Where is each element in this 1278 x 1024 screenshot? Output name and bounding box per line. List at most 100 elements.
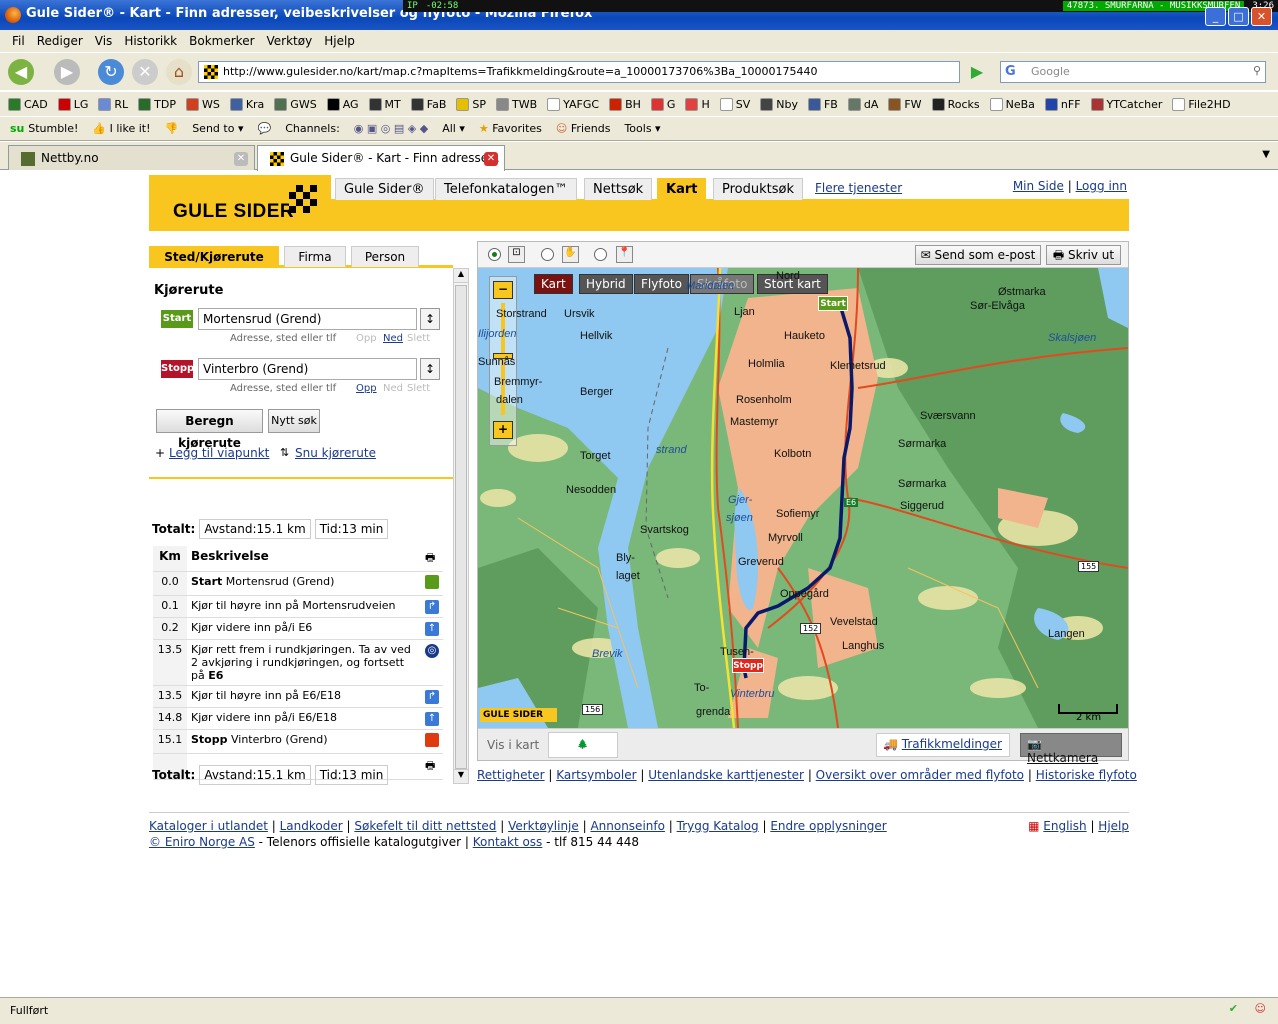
back-arrow-icon[interactable]: ◀ (8, 59, 34, 85)
like-button[interactable]: 👍 I like it! (92, 122, 150, 135)
logg-inn-link[interactable]: Logg inn (1076, 179, 1127, 193)
nav-tab-nettsok[interactable]: Nettsøk (584, 178, 653, 200)
pin-marker-icon[interactable]: 📍 (616, 246, 633, 263)
route-stop-pin[interactable]: Stopp (732, 658, 764, 673)
contact-link[interactable]: Kontakt oss (473, 835, 543, 849)
bookmark-h[interactable]: H (685, 97, 710, 111)
route-step-row[interactable]: 0.0 Start Mortensrud (Grend) (153, 571, 443, 596)
scroll-up-icon[interactable]: ▲ (454, 269, 468, 283)
start-input[interactable]: Mortensrud (Grend) (198, 308, 417, 330)
menu-edit[interactable]: Rediger (31, 34, 89, 48)
send-email-button[interactable]: ✉ Send som e-post (915, 245, 1041, 265)
route-step-row[interactable]: 0.1 Kjør til høyre inn på Mortensrudveien… (153, 595, 443, 618)
zoom-out-icon[interactable]: − (493, 281, 513, 299)
bookmark-fw[interactable]: FW (888, 97, 922, 111)
tab-firma[interactable]: Firma (284, 246, 346, 267)
map-type-hybrid[interactable]: Hybrid (579, 274, 633, 294)
bookmark-cad[interactable]: CAD (8, 97, 48, 111)
menu-tools[interactable]: Verktøy (261, 34, 319, 48)
menu-help[interactable]: Hjelp (318, 34, 361, 48)
bookmark-nby[interactable]: Nby (760, 97, 798, 111)
bookmark-ag[interactable]: AG (326, 97, 359, 111)
calculate-route-button[interactable]: Beregn kjørerute (156, 409, 263, 450)
route-map[interactable]: − + Kart Hybrid Flyfoto Skråfoto Stort k… (478, 268, 1128, 728)
left-panel-scrollbar[interactable]: ▲ ▼ (453, 268, 469, 784)
close-tab-icon[interactable]: ✕ (234, 152, 248, 166)
bookmark-bh[interactable]: BH (609, 97, 641, 111)
route-step-row[interactable]: 13.5 Kjør rett frem i rundkjøringen. Ta a… (153, 639, 443, 686)
map-mode-radio-pin[interactable] (594, 248, 607, 261)
footer-link[interactable]: Endre opplysninger (770, 819, 886, 833)
bookmark-mt[interactable]: MT (368, 97, 401, 111)
go-arrow-icon[interactable]: ▶ (966, 61, 988, 83)
tools-dropdown[interactable]: Tools ▾ (624, 122, 660, 135)
reverse-route-link[interactable]: Snu kjørerute (295, 446, 376, 460)
nav-tab-kart[interactable]: Kart (657, 178, 707, 200)
print-icon[interactable]: 🖶 (421, 546, 443, 572)
map-link[interactable]: Oversikt over områder med flyfoto (816, 768, 1024, 782)
stop-icon[interactable]: ✕ (132, 59, 158, 85)
bookmark-sv[interactable]: SV (719, 97, 750, 111)
bookmark-fb[interactable]: FB (807, 97, 838, 111)
scroll-down-icon[interactable]: ▼ (454, 769, 468, 783)
map-mode-radio-zoom[interactable] (488, 248, 501, 261)
print-button[interactable]: 🖶 Skriv ut (1046, 245, 1121, 265)
map-type-kart[interactable]: Kart (534, 274, 573, 294)
zoom-box-icon[interactable]: ⊡ (508, 246, 525, 263)
menu-history[interactable]: Historikk (118, 34, 183, 48)
footer-link[interactable]: Landkoder (280, 819, 343, 833)
stop-input[interactable]: Vinterbro (Grend) (198, 358, 417, 380)
footer-link[interactable]: Verktøylinje (508, 819, 579, 833)
stumble-status-icon[interactable]: ✔ (1229, 1002, 1238, 1015)
swap-arrows-icon[interactable]: ↕ (420, 358, 440, 380)
bookmark-rocks[interactable]: Rocks (931, 97, 980, 111)
minimize-button[interactable]: _ (1205, 7, 1226, 26)
help-link[interactable]: Hjelp (1098, 819, 1129, 833)
url-input[interactable]: http://www.gulesider.no/kart/map.c?mapIt… (198, 61, 960, 83)
bookmark-sp[interactable]: SP (456, 97, 486, 111)
footer-link[interactable]: Trygg Katalog (677, 819, 759, 833)
webcam-toggle[interactable]: 📷 Nettkamera (1020, 733, 1122, 765)
bookmark-da[interactable]: dA (847, 97, 878, 111)
route-step-row[interactable]: 13.5 Kjør til høyre inn på E6/E18 ↱ (153, 685, 443, 708)
home-icon[interactable]: ⌂ (166, 59, 192, 85)
tab-person[interactable]: Person (351, 246, 419, 267)
english-link[interactable]: English (1043, 819, 1086, 833)
menu-view[interactable]: Vis (89, 34, 119, 48)
magnifier-icon[interactable]: ⚲ (1253, 64, 1261, 77)
favorites-button[interactable]: ★ Favorites (479, 122, 542, 135)
bookmark-neba[interactable]: NeBa (989, 97, 1035, 111)
bookmark-fab[interactable]: FaB (410, 97, 446, 111)
thumbs-down-icon[interactable]: 👎 (165, 122, 179, 135)
traffic-messages-toggle[interactable]: 🚚 Trafikkmeldinger (876, 733, 1010, 757)
bookmark-yafgc[interactable]: YAFGC (547, 97, 599, 111)
footer-link[interactable]: Annonseinfo (590, 819, 665, 833)
channels-icons[interactable]: ◉ ▣ ◎ ▤ ◈ ◆ (354, 122, 428, 135)
route-start-pin[interactable]: Start (818, 296, 848, 311)
addon-status-icon[interactable]: ☺ (1255, 1002, 1266, 1015)
tab-gulesider[interactable]: Gule Sider® - Kart - Finn adresse... ✕ (257, 145, 505, 171)
tab-sted-kjorerute[interactable]: Sted/Kjørerute (149, 246, 279, 267)
print-icon[interactable]: 🖶 (421, 753, 443, 780)
scroll-thumb[interactable] (455, 285, 467, 769)
bookmark-ytcatcher[interactable]: YTCatcher (1090, 97, 1162, 111)
bookmark-file2hd[interactable]: File2HD (1172, 97, 1231, 111)
bookmark-kra[interactable]: Kra (229, 97, 264, 111)
stumble-button[interactable]: su Stumble! (10, 122, 78, 135)
map-link[interactable]: Kartsymboler (556, 768, 636, 782)
more-services-link[interactable]: Flere tjenester (815, 181, 902, 195)
map-link[interactable]: Historiske flyfoto (1036, 768, 1137, 782)
bookmark-nff[interactable]: nFF (1044, 97, 1081, 111)
chat-icon[interactable]: 💬 (257, 122, 271, 135)
pan-hand-icon[interactable]: ✋ (562, 246, 579, 263)
close-window-button[interactable]: ✕ (1251, 7, 1272, 26)
bookmark-gws[interactable]: GWS (274, 97, 317, 111)
route-step-row[interactable]: 0.2 Kjør videre inn på/i E6 ↑ (153, 617, 443, 640)
send-to-button[interactable]: Send to ▾ (192, 122, 243, 135)
map-type-flyfoto[interactable]: Flyfoto (634, 274, 689, 294)
search-input[interactable]: G Google ⚲ (1000, 61, 1266, 83)
forward-arrow-icon[interactable]: ▶ (54, 59, 80, 85)
menu-file[interactable]: Fil (6, 34, 31, 48)
min-side-link[interactable]: Min Side (1013, 179, 1064, 193)
map-link[interactable]: Rettigheter (477, 768, 545, 782)
